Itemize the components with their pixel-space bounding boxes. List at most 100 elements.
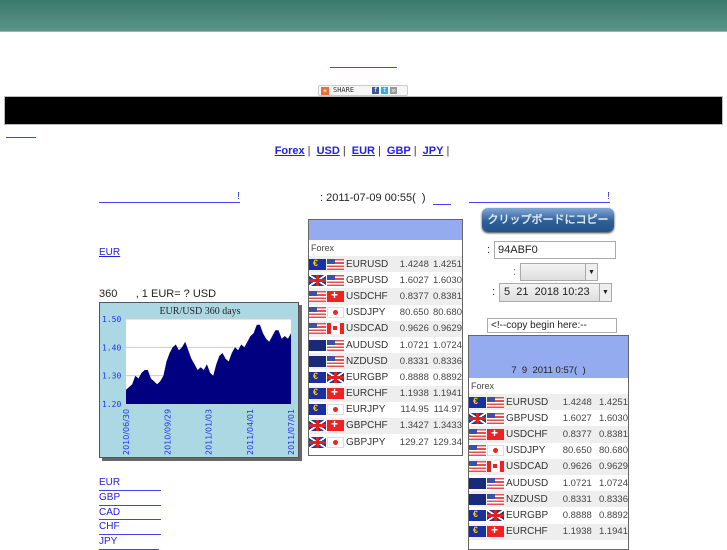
share-button[interactable]: + SHARE f t ✉ — [318, 85, 408, 96]
facebook-icon: f — [372, 87, 379, 94]
bid-value: 80.650 — [562, 445, 592, 457]
pair-name: USDCAD — [346, 323, 389, 335]
pair-name: EURJPY — [346, 404, 386, 416]
pair-name: USDCAD — [506, 461, 549, 473]
update-time: : 2011-07-09 00:55( ) — [320, 192, 426, 204]
ask-value: 1.3433 — [432, 420, 462, 432]
nav-jpy[interactable]: JPY — [423, 145, 444, 157]
flag-usd-icon — [469, 428, 486, 440]
pair-name: EURUSD — [506, 396, 549, 408]
nav-separator: | — [307, 145, 311, 157]
bid-value: 1.6027 — [399, 274, 429, 286]
flag-gbp-icon — [327, 371, 344, 383]
ask-value: 1.4251 — [598, 396, 628, 408]
top-link[interactable] — [330, 58, 397, 68]
ask-value: 0.9629 — [598, 461, 628, 473]
plus-icon: + — [321, 87, 329, 95]
chart-caption: 360 , 1 EUR= ? USD — [99, 288, 217, 300]
bid-value: 0.8377 — [399, 290, 429, 302]
right-headline-link[interactable]: ! — [469, 191, 610, 203]
pair-name: USDJPY — [346, 307, 386, 319]
x-tick-label: 2010/06/30 — [122, 409, 131, 455]
ask-value: 1.1941 — [598, 526, 628, 538]
eurusd-chart: 1.50 1.40 1.30 1.20 2010/06/30 2010/09/29 2011… — [99, 302, 299, 458]
currency-link-cad[interactable]: CAD — [99, 506, 161, 521]
preview-section-label: Forex — [471, 381, 495, 391]
flag-eur-icon: € — [309, 371, 326, 383]
ask-value: 114.97 — [433, 404, 462, 416]
home-link[interactable] — [6, 128, 36, 138]
preview-header: 7 9 2011 0:57( ) — [469, 336, 628, 378]
flag-usd-icon — [309, 290, 326, 302]
flag-usd-icon — [327, 355, 344, 367]
share-label: SHARE — [333, 86, 355, 94]
currency-link-eur[interactable]: EUR — [99, 476, 161, 491]
eur-link[interactable]: EUR — [99, 247, 161, 258]
flag-cad-icon — [487, 461, 504, 473]
pair-name: GBPJPY — [346, 436, 386, 448]
flag-nzd-icon — [309, 355, 326, 367]
table-row: € EURGBP 0.8888 0.8892 — [469, 507, 628, 523]
bid-value: 0.9626 — [399, 323, 429, 335]
color-input[interactable]: 94ABF0 — [494, 241, 616, 259]
pair-name: USDCHF — [506, 428, 548, 440]
pair-name: EURGBP — [346, 371, 389, 383]
chart-svg: 1.50 1.40 1.30 1.202010/06/30 2010/09/29 2011… — [102, 306, 296, 455]
code-textarea[interactable]: <!--copy begin here:-- — [487, 318, 617, 333]
flag-chf-icon: + — [327, 420, 344, 432]
table-row: AUDUSD 1.0721 1.0724 — [469, 475, 628, 491]
date-select[interactable]: 5 21 2018 10:23 ▼ — [499, 283, 612, 302]
y-tick-label: 1.40 — [102, 343, 121, 352]
pair-name: NZDUSD — [346, 355, 388, 367]
chevron-down-icon: ▼ — [585, 264, 597, 280]
ask-value: 1.4251 — [432, 258, 462, 270]
table-row: NZDUSD 0.8331 0.8336 — [469, 491, 628, 508]
currency-link-gbp[interactable]: GBP — [99, 491, 161, 506]
currency-link-jpy[interactable]: JPY — [99, 535, 159, 550]
chart-title: EUR/USD 360 days — [159, 306, 240, 317]
flag-gbp-icon — [469, 412, 486, 424]
flag-jpy-icon — [487, 445, 504, 457]
flag-usd-icon — [487, 412, 504, 424]
bid-value: 129.27 — [399, 436, 429, 448]
flag-usd-icon — [487, 477, 504, 489]
x-tick-label: 2010/09/29 — [163, 409, 172, 455]
color-label: : — [487, 244, 491, 256]
section-label: Forex — [311, 243, 335, 253]
table-row: € + EURCHF 1.1938 1.1941 — [469, 523, 628, 540]
flag-usd-icon — [469, 445, 486, 457]
headline-link[interactable]: ! — [99, 191, 240, 203]
y-tick-label: 1.20 — [102, 400, 121, 409]
flag-cad-icon — [327, 323, 344, 335]
chevron-down-icon: ▼ — [599, 284, 611, 301]
nav-gbp[interactable]: GBP — [387, 145, 411, 157]
table-row: USDJPY 80.650 80.680 — [469, 443, 628, 459]
bid-value: 80.650 — [399, 307, 429, 319]
date-value: 5 21 2018 10:23 — [504, 286, 590, 298]
pair-name: NZDUSD — [506, 493, 548, 505]
flag-eur-icon: € — [309, 404, 326, 416]
nav-forex[interactable]: Forex — [275, 145, 305, 157]
small-link[interactable] — [433, 192, 451, 205]
table-row: € EURUSD 1.4248 1.4251 — [309, 256, 462, 273]
x-tick-label: 2011/07/01 — [287, 409, 296, 455]
rates-table: Forex € EURUSD 1.4248 1.4251 GBPUSD 1.6027 1.6… — [308, 219, 463, 456]
nav-usd[interactable]: USD — [317, 145, 340, 157]
flag-eur-icon: € — [309, 388, 326, 400]
preview-table: 7 9 2011 0:57( ) Forex € EURUSD 1.4248 1.42… — [468, 335, 629, 550]
flag-eur-icon: € — [469, 509, 486, 521]
copy-to-clipboard-button[interactable]: クリップボードにコピー — [482, 208, 614, 232]
nav-eur[interactable]: EUR — [352, 145, 375, 157]
table-header — [309, 220, 462, 240]
currency-link-chf[interactable]: CHF — [99, 520, 161, 536]
currency-links: EUR GBP CAD CHF JPY — [99, 476, 161, 550]
pair-name: GBPCHF — [346, 420, 388, 432]
table-row: € EURGBP 0.8888 0.8892 — [309, 369, 462, 385]
flag-usd-icon — [469, 461, 486, 473]
flag-jpy-icon — [327, 307, 344, 319]
ask-value: 1.0724 — [598, 477, 628, 489]
flag-gbp-icon — [309, 436, 326, 448]
style-select[interactable]: ▼ — [520, 263, 598, 281]
table-row: USDJPY 80.650 80.680 — [309, 305, 462, 321]
table-row: GBPUSD 1.6027 1.6030 — [469, 410, 628, 426]
